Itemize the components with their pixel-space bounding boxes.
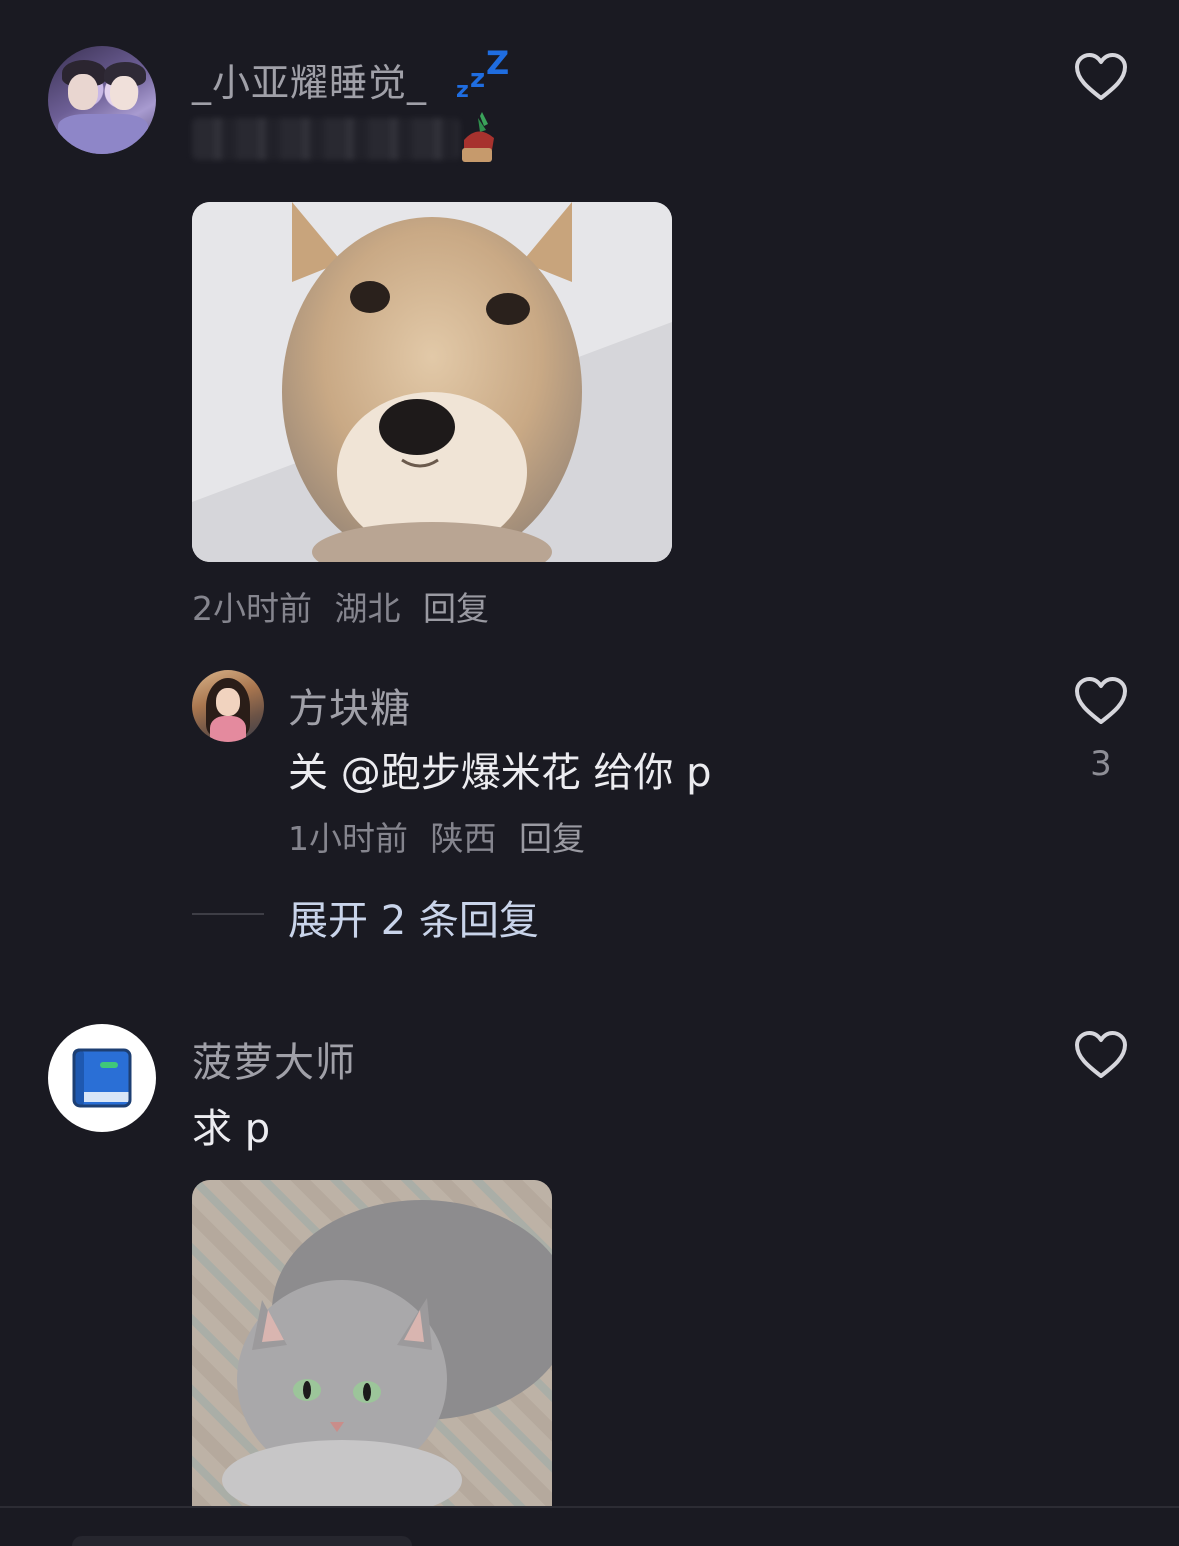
like-count: 3 (1090, 744, 1112, 784)
comments-page: _小亚耀睡觉_ z z Z 2小时前 湖北 回复 方块糖 关 @跑步爆米花 给你… (0, 0, 1179, 1546)
avatar[interactable] (48, 1024, 156, 1132)
reply-button[interactable]: 回复 (519, 819, 585, 858)
comment-time: 2小时前 (192, 589, 312, 628)
heart-outline-icon[interactable] (1074, 52, 1128, 102)
blue-book-icon (72, 1048, 132, 1108)
heart-outline-icon[interactable] (1074, 1030, 1128, 1080)
comment-username[interactable]: _小亚耀睡觉_ (192, 52, 427, 107)
reply-meta: 1小时前 陕西 回复 (288, 812, 597, 860)
reply-location: 陕西 (430, 819, 497, 858)
comment-location: 湖北 (334, 589, 401, 628)
reply-username[interactable]: 方块糖 (288, 676, 411, 734)
expand-replies-button[interactable]: 展开 2 条回复 (288, 888, 539, 946)
reply-time: 1小时前 (288, 819, 408, 858)
comment-text: 求 p (192, 1106, 271, 1152)
blurred-comment-text (192, 118, 460, 160)
cat-photo[interactable] (192, 1180, 552, 1506)
comment-meta: 2小时前 湖北 回复 (192, 582, 501, 630)
avatar[interactable] (192, 670, 264, 742)
divider (192, 913, 264, 915)
comment-input-placeholder[interactable] (72, 1536, 412, 1546)
reply-text: 关 @跑步爆米花 给你 p (288, 750, 712, 796)
puppy-image (192, 202, 672, 562)
dog-photo[interactable] (192, 202, 672, 562)
leek-emoji-icon (462, 112, 494, 162)
heart-outline-icon[interactable] (1074, 676, 1128, 726)
avatar[interactable] (48, 46, 156, 154)
comment-username[interactable]: 菠萝大师 (192, 1030, 356, 1088)
cat-image (192, 1180, 552, 1506)
reply-button[interactable]: 回复 (423, 589, 489, 628)
